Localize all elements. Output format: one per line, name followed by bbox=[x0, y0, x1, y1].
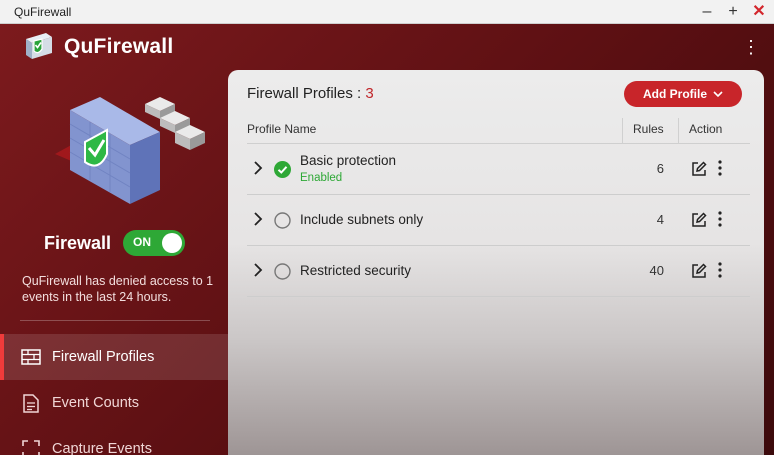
window-controls: – + ✕ bbox=[700, 3, 766, 19]
document-icon bbox=[20, 393, 42, 413]
sidebar-divider bbox=[20, 320, 210, 321]
panel-title: Firewall Profiles : 3 bbox=[247, 85, 374, 102]
chevron-right-icon[interactable] bbox=[253, 263, 263, 277]
table-row[interactable]: Restricted security 40 bbox=[247, 246, 750, 297]
edit-icon[interactable] bbox=[691, 161, 707, 177]
edit-icon[interactable] bbox=[691, 212, 707, 228]
denied-access-summary: QuFirewall has denied access to 1 events… bbox=[22, 274, 214, 304]
profile-count: 3 bbox=[365, 85, 374, 102]
profile-status: Enabled bbox=[300, 172, 343, 184]
edit-icon[interactable] bbox=[691, 263, 707, 279]
firewall-label: Firewall bbox=[44, 232, 112, 253]
firewall-icon bbox=[20, 347, 42, 367]
more-options-icon[interactable] bbox=[717, 261, 723, 279]
add-profile-button[interactable]: Add Profile bbox=[624, 81, 742, 107]
table-row[interactable]: Basic protection Enabled 6 bbox=[247, 144, 750, 195]
table-header: Profile Name Rules Action bbox=[247, 118, 750, 144]
column-header-profile-name[interactable]: Profile Name bbox=[247, 122, 316, 136]
app-name: QuFirewall bbox=[64, 35, 174, 58]
qufirewall-logo-icon bbox=[26, 33, 52, 59]
sidebar-item-label: Capture Events bbox=[52, 441, 152, 455]
profile-name: Include subnets only bbox=[300, 212, 424, 227]
column-header-action: Action bbox=[678, 118, 750, 144]
chevron-right-icon[interactable] bbox=[253, 161, 263, 175]
chevron-right-icon[interactable] bbox=[253, 212, 263, 226]
table-row[interactable]: Include subnets only 4 bbox=[247, 195, 750, 246]
firewall-toggle[interactable]: ON bbox=[123, 230, 186, 256]
minimize-icon[interactable]: – bbox=[700, 3, 714, 19]
profiles-panel: Firewall Profiles : 3 Add Profile Profil… bbox=[228, 70, 764, 455]
capture-icon bbox=[20, 439, 42, 455]
firewall-status-row: Firewall ON bbox=[44, 230, 186, 256]
chevron-down-icon bbox=[713, 90, 723, 97]
profile-rules-count: 4 bbox=[656, 212, 664, 227]
add-profile-label: Add Profile bbox=[642, 87, 707, 101]
toggle-knob bbox=[162, 233, 183, 253]
sidebar-item-event-counts[interactable]: Event Counts bbox=[0, 380, 228, 426]
sidebar-item-capture-events[interactable]: Capture Events bbox=[0, 426, 228, 455]
window-title: QuFirewall bbox=[14, 4, 72, 19]
more-options-icon[interactable] bbox=[717, 159, 723, 177]
app-window: QuFirewall ⋮ Firewall ON QuFirewall has … bbox=[0, 24, 774, 455]
profile-name: Basic protection bbox=[300, 153, 397, 168]
profile-rules-count: 40 bbox=[649, 263, 664, 278]
profile-rules-count: 6 bbox=[656, 161, 664, 176]
maximize-icon[interactable]: + bbox=[726, 3, 740, 19]
sidebar-item-label: Event Counts bbox=[52, 395, 140, 411]
panel-title-label: Firewall Profiles : bbox=[247, 85, 366, 102]
enabled-check-icon[interactable] bbox=[274, 161, 291, 178]
toggle-state-label: ON bbox=[133, 235, 152, 249]
more-options-icon[interactable]: ⋮ bbox=[742, 38, 760, 56]
window-titlebar: QuFirewall – + ✕ bbox=[0, 0, 774, 24]
app-header: QuFirewall ⋮ bbox=[0, 24, 774, 70]
more-options-icon[interactable] bbox=[717, 210, 723, 228]
profile-name: Restricted security bbox=[300, 263, 412, 278]
close-icon[interactable]: ✕ bbox=[752, 3, 766, 19]
sidebar-item-firewall-profiles[interactable]: Firewall Profiles bbox=[0, 334, 228, 380]
sidebar: Firewall ON QuFirewall has denied access… bbox=[0, 70, 228, 455]
radio-unselected-icon[interactable] bbox=[274, 263, 291, 280]
radio-unselected-icon[interactable] bbox=[274, 212, 291, 229]
column-header-rules[interactable]: Rules bbox=[622, 118, 678, 144]
firewall-shield-illustration-icon bbox=[55, 97, 205, 204]
sidebar-item-label: Firewall Profiles bbox=[52, 349, 155, 365]
